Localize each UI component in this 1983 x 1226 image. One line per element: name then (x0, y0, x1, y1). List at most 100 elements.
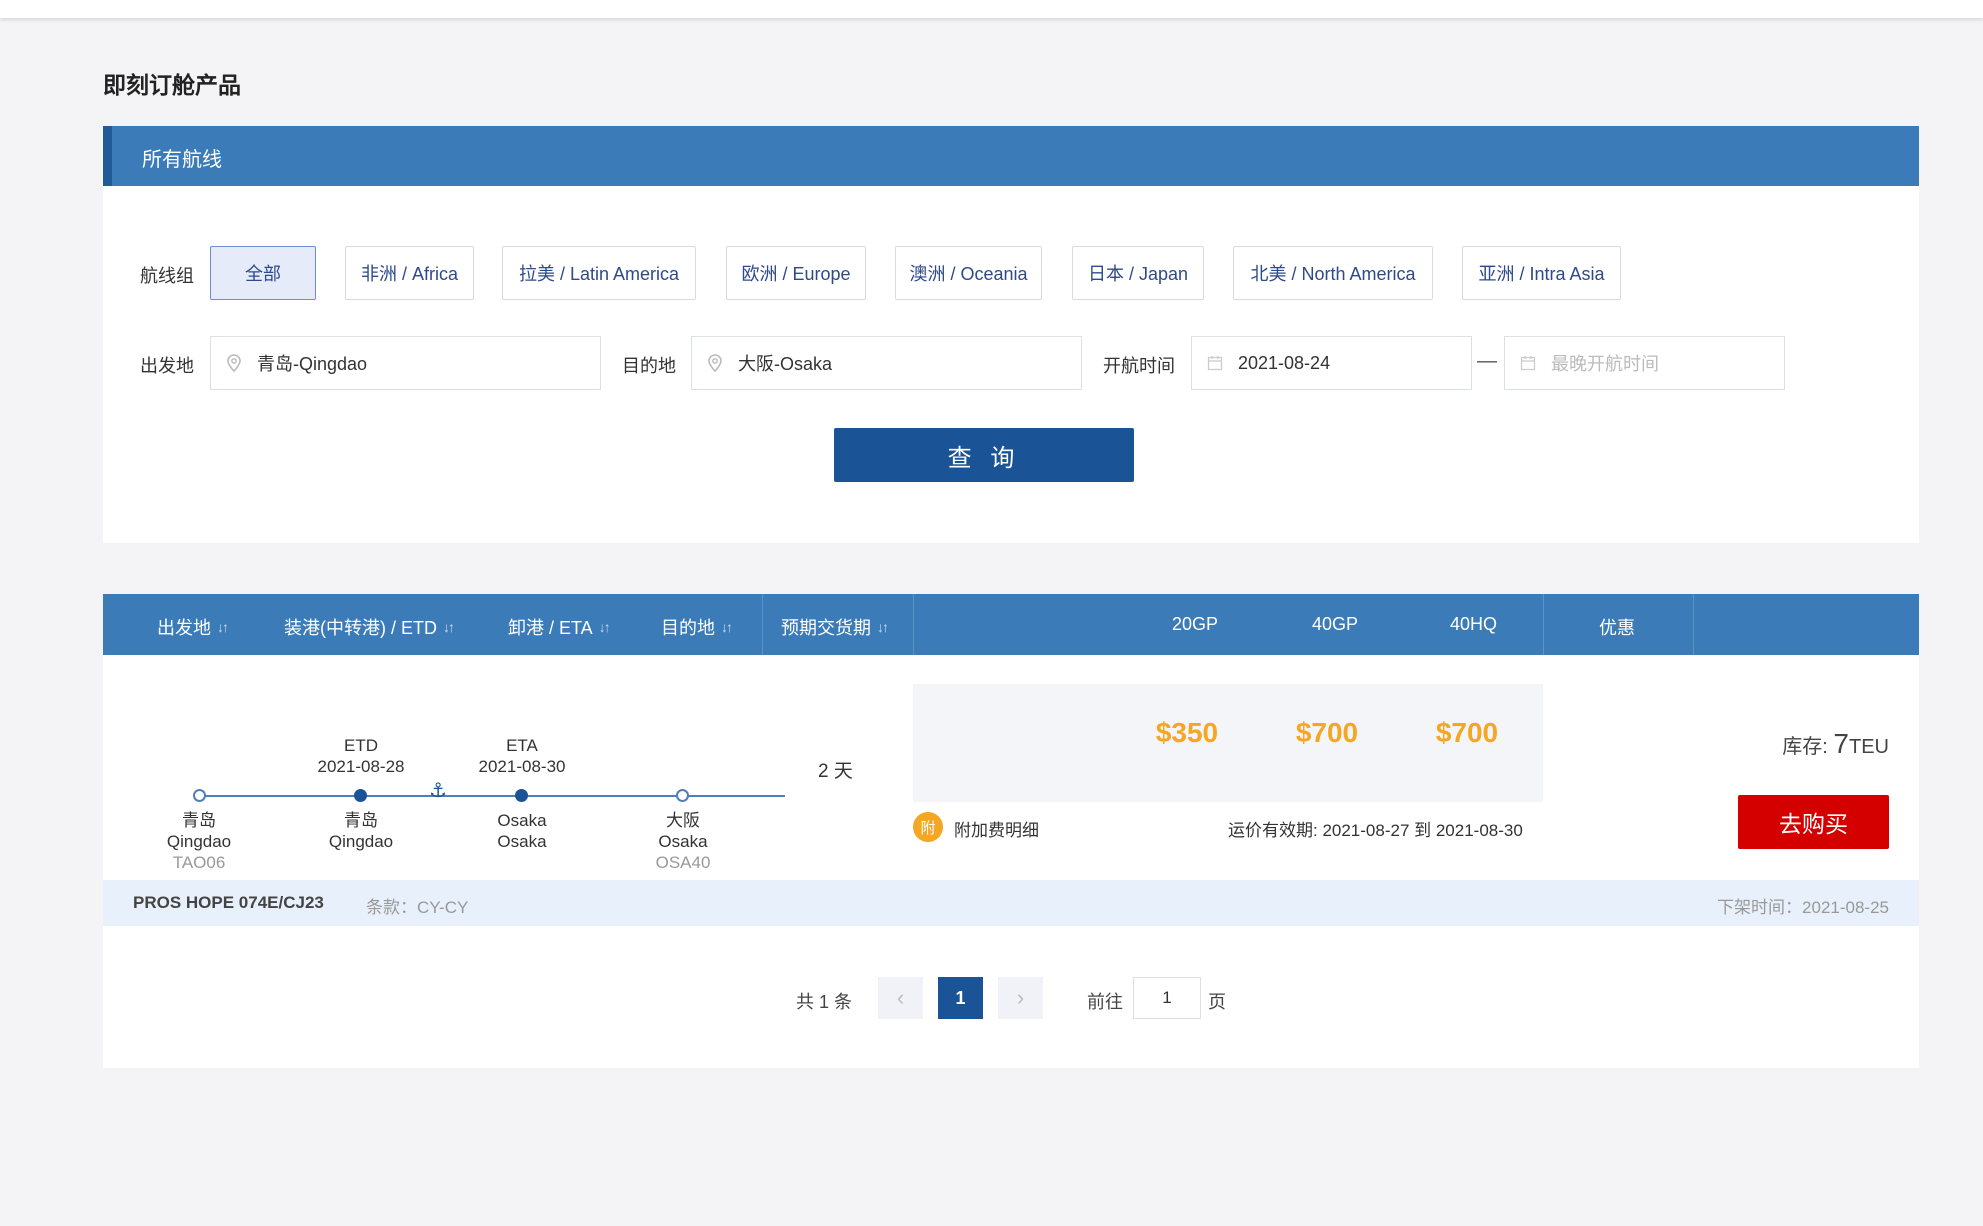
sailing-date-to-placeholder: 最晚开航时间 (1551, 354, 1659, 374)
origin-node (193, 789, 206, 802)
prev-page-button[interactable]: ‹ (878, 977, 923, 1019)
rate-validity: 运价有效期: 2021-08-27 到 2021-08-30 (1228, 821, 1523, 840)
column-divider (1543, 594, 1544, 655)
vessel-info-bar: PROS HOPE 074E/CJ23 条款：CY-CY 下架时间：2021-0… (103, 880, 1919, 926)
stock-label: 库存: (1782, 736, 1834, 758)
origin-cn: 青岛 (182, 811, 216, 830)
load-port-node (354, 789, 367, 802)
discharge-port-cn: Osaka (497, 811, 547, 830)
sort-icon[interactable]: ↓↑ (599, 619, 611, 635)
buy-button[interactable]: 去购买 (1738, 795, 1889, 849)
top-bar (0, 0, 1983, 18)
location-pin-icon (692, 354, 738, 372)
search-header-title: 所有航线 (142, 149, 222, 171)
destination-value: 大阪-Osaka (738, 354, 833, 374)
load-port-cn: 青岛 (344, 811, 378, 830)
column-header-40hq: 40HQ (1450, 614, 1498, 634)
transit-days: 2 天 (818, 761, 853, 782)
sort-icon[interactable]: ↓↑ (877, 619, 889, 635)
group-button-africa[interactable]: 非洲 / Africa (345, 246, 474, 300)
group-button-intra-asia[interactable]: 亚洲 / Intra Asia (1462, 246, 1621, 300)
sort-icon[interactable]: ↓↑ (217, 619, 229, 635)
sailing-date-to-input[interactable]: 最晚开航时间 (1504, 336, 1785, 390)
pagination-total: 共 1 条 (796, 992, 853, 1012)
sort-icon[interactable]: ↓↑ (721, 619, 733, 635)
column-header-transit[interactable]: 预期交货期 ↓↑ (781, 614, 889, 640)
offline-time: 下架时间：2021-08-25 (1717, 898, 1889, 917)
column-header-40gp: 40GP (1312, 614, 1359, 634)
location-pin-icon (211, 354, 257, 372)
group-button-oceania[interactable]: 澳洲 / Oceania (895, 246, 1042, 300)
eta-block: ETA 2021-08-30 (452, 735, 592, 777)
destination-en: Osaka (658, 832, 708, 851)
etd-date: 2021-08-28 (317, 757, 405, 776)
chevron-left-icon: ‹ (896, 985, 905, 1010)
results-panel: 出发地 ↓↑ 装港(中转港) / ETD ↓↑ 卸港 / ETA ↓↑ 目的地 … (103, 594, 1919, 1068)
column-header-discharge-port-label: 卸港 / ETA (508, 618, 593, 638)
price-40hq: $700 (1435, 717, 1499, 748)
column-header-discharge-port[interactable]: 卸港 / ETA ↓↑ (508, 614, 611, 640)
column-header-20gp: 20GP (1172, 614, 1219, 634)
eta-date: 2021-08-30 (478, 757, 566, 776)
route-timeline: ⚓ ETD 2021-08-28 ETA 2021-08-30 青岛 Qingd… (103, 655, 785, 875)
destination-node (676, 789, 689, 802)
column-header-discount: 优惠 (1599, 618, 1635, 638)
load-port-en: Qingdao (328, 832, 394, 851)
eta-label: ETA (506, 736, 538, 755)
column-header-destination[interactable]: 目的地 ↓↑ (661, 614, 733, 640)
column-divider (913, 594, 914, 655)
stock-number: 7 (1833, 728, 1849, 759)
pagination: 共 1 条 ‹ 1 › 前往 页 (103, 977, 1919, 1023)
calendar-icon (1505, 355, 1551, 371)
column-header-transit-label: 预期交货期 (781, 618, 871, 638)
etd-block: ETD 2021-08-28 (291, 735, 431, 777)
destination-cn: 大阪 (666, 811, 700, 830)
column-header-load-port-label: 装港(中转港) / ETD (284, 618, 437, 638)
sailing-date-from-input[interactable]: 2021-08-24 (1191, 336, 1472, 390)
destination-input[interactable]: 大阪-Osaka (691, 336, 1082, 390)
origin-label: 出发地 (140, 356, 194, 376)
calendar-icon (1192, 355, 1238, 371)
load-port-info: 青岛 Qingdao (291, 810, 431, 852)
etd-label: ETD (344, 736, 378, 755)
terms: 条款：CY-CY (366, 898, 469, 917)
date-range-separator: — (1477, 350, 1497, 372)
origin-input[interactable]: 青岛-Qingdao (210, 336, 601, 390)
stock-info: 库存: 7TEU (1782, 728, 1889, 760)
column-header-destination-label: 目的地 (661, 618, 715, 638)
group-button-north-america[interactable]: 北美 / North America (1233, 246, 1433, 300)
chevron-right-icon: › (1016, 985, 1025, 1010)
group-button-japan[interactable]: 日本 / Japan (1072, 246, 1204, 300)
price-box: $350 $700 $700 (913, 684, 1543, 802)
search-panel: 所有航线 航线组 全部 非洲 / Africa 拉美 / Latin Ameri… (103, 126, 1919, 543)
page-number-1[interactable]: 1 (938, 977, 983, 1019)
stock-unit: TEU (1849, 736, 1889, 758)
group-button-all[interactable]: 全部 (210, 246, 316, 300)
anchor-icon: ⚓ (429, 780, 447, 802)
query-button[interactable]: 查 询 (834, 428, 1134, 482)
column-header-load-port[interactable]: 装港(中转港) / ETD ↓↑ (284, 614, 455, 640)
sailing-date-label: 开航时间 (1103, 356, 1175, 376)
route-group-label: 航线组 (140, 266, 194, 286)
next-page-button[interactable]: › (998, 977, 1043, 1019)
group-button-latin-america[interactable]: 拉美 / Latin America (502, 246, 696, 300)
surcharge-details-link[interactable]: 附加费明细 (954, 816, 1039, 841)
column-header-origin-label: 出发地 (157, 618, 211, 638)
origin-value: 青岛-Qingdao (257, 354, 368, 374)
page-title: 即刻订舱产品 (103, 72, 241, 98)
column-divider (1693, 594, 1694, 655)
sort-icon[interactable]: ↓↑ (443, 619, 455, 635)
page-suffix: 页 (1208, 992, 1226, 1012)
destination-code: OSA40 (655, 853, 711, 872)
goto-page-input[interactable] (1133, 977, 1201, 1019)
destination-label: 目的地 (622, 356, 676, 376)
group-button-europe[interactable]: 欧洲 / Europe (726, 246, 866, 300)
route-line (199, 795, 785, 797)
discharge-port-info: Osaka Osaka (452, 810, 592, 852)
sailing-date-from-value: 2021-08-24 (1238, 352, 1331, 373)
column-header-origin[interactable]: 出发地 ↓↑ (157, 614, 229, 640)
table-header: 出发地 ↓↑ 装港(中转港) / ETD ↓↑ 卸港 / ETA ↓↑ 目的地 … (103, 594, 1919, 655)
origin-port-info: 青岛 Qingdao TAO06 (129, 810, 269, 873)
price-20gp: $350 (1155, 717, 1219, 748)
origin-en: Qingdao (166, 832, 232, 851)
